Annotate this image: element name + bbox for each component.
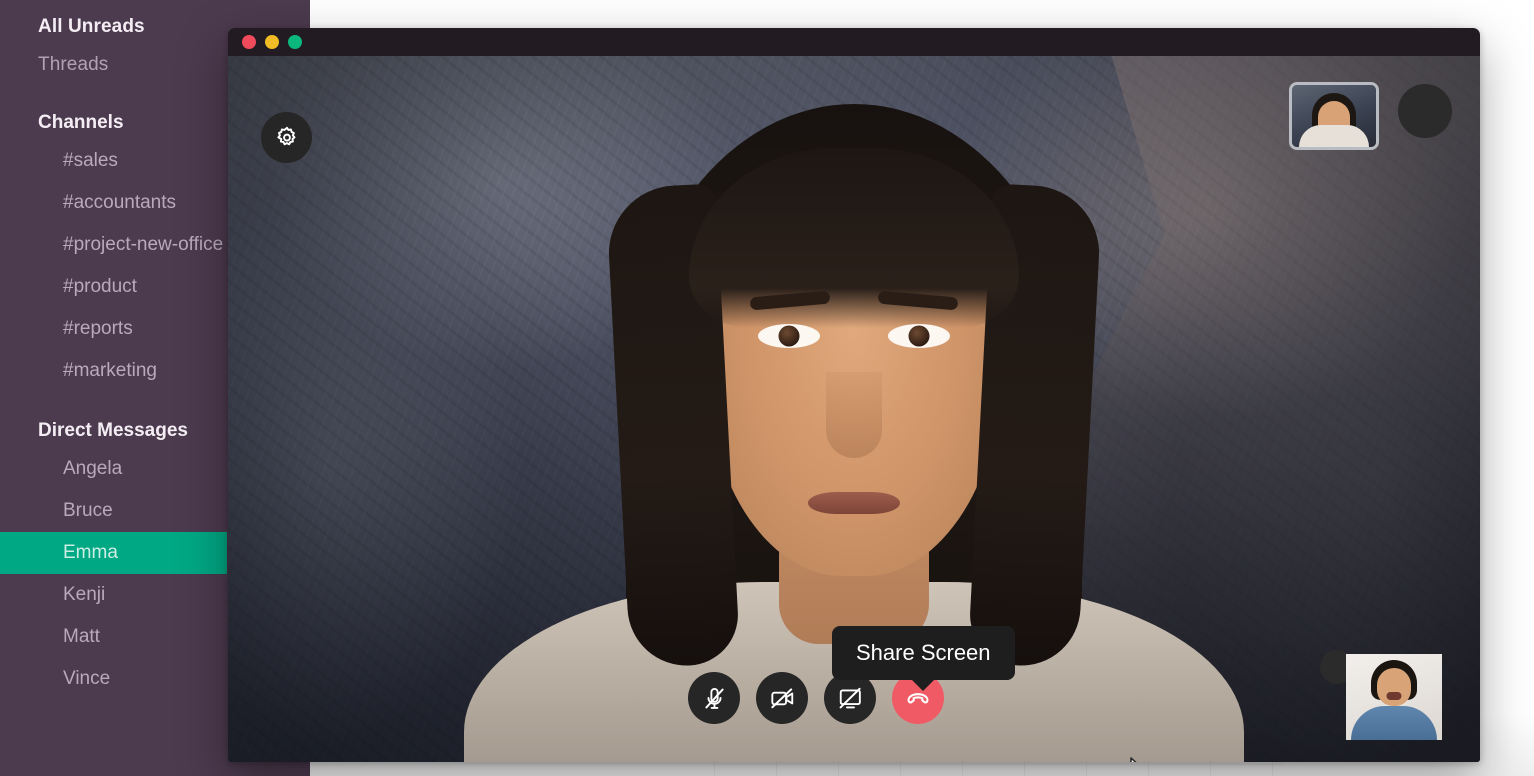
video-stage: Share Screen — [228, 56, 1480, 762]
video-off-icon — [770, 687, 793, 708]
settings-button[interactable] — [261, 112, 312, 163]
thumbnail-face — [1377, 668, 1411, 706]
video-call-window: Share Screen — [228, 28, 1480, 762]
participant-thumbnail-bottom-right[interactable] — [1346, 654, 1442, 740]
zoom-traffic-light-icon[interactable] — [288, 35, 302, 49]
share-screen-tooltip: Share Screen — [832, 626, 1015, 680]
speaker-mouth — [808, 492, 900, 514]
participant-avatar-top-right[interactable] — [1398, 84, 1452, 138]
screen-share-off-icon — [839, 687, 861, 708]
minimize-traffic-light-icon[interactable] — [265, 35, 279, 49]
thumbnail-body — [1299, 125, 1369, 147]
toggle-camera-button[interactable] — [756, 672, 808, 724]
screen-root: All Unreads Threads Channels #sales #acc… — [0, 0, 1534, 776]
mute-microphone-button[interactable] — [688, 672, 740, 724]
sidebar-dm-emma[interactable]: Emma — [0, 532, 227, 574]
close-traffic-light-icon[interactable] — [242, 35, 256, 49]
speaker-nose — [826, 372, 882, 458]
window-titlebar — [228, 28, 1480, 56]
microphone-off-icon — [704, 687, 724, 709]
speaker-eye-right — [888, 324, 950, 348]
gear-icon — [276, 126, 295, 145]
speaker-eye-left — [758, 324, 820, 348]
thumbnail-mouth — [1386, 692, 1402, 700]
participant-thumbnail-top-right[interactable] — [1289, 82, 1379, 150]
